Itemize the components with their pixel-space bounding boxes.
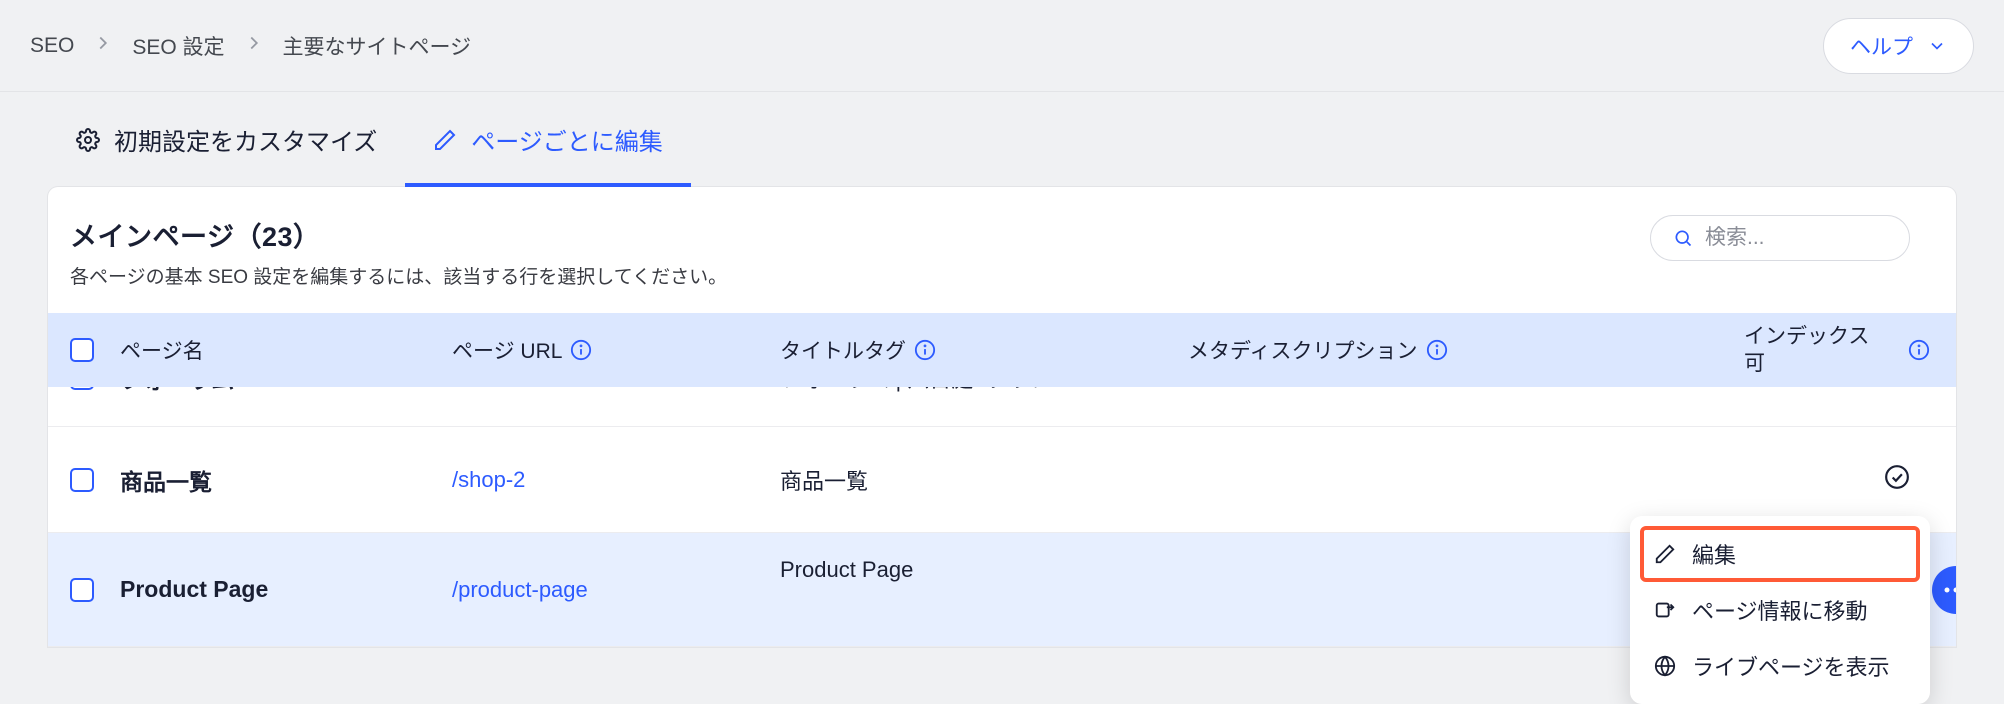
menu-label: 編集: [1692, 538, 1736, 570]
search-icon: [1673, 228, 1693, 248]
info-icon[interactable]: [914, 339, 936, 361]
row-name: Product Page: [120, 576, 452, 603]
row-url[interactable]: /product-page: [452, 577, 780, 603]
page-title: メインページ（23）: [70, 215, 727, 254]
col-index-label: インデックス可: [1744, 323, 1874, 378]
row-checkbox[interactable]: [70, 578, 94, 602]
pencil-icon: [1654, 543, 1676, 565]
breadcrumb-item-seo-settings[interactable]: SEO 設定: [132, 31, 224, 61]
col-name-label: ページ名: [120, 335, 204, 365]
info-icon[interactable]: [570, 339, 592, 361]
menu-label: ページ情報に移動: [1692, 594, 1868, 626]
row-titletag: フォーラム | 六日庭 -クラン-: [780, 387, 1188, 394]
search-input[interactable]: [1705, 226, 1875, 250]
tab-label: ページごとに編集: [471, 122, 663, 157]
chevron-down-icon: [1927, 36, 1947, 56]
tab-customize-defaults[interactable]: 初期設定をカスタマイズ: [48, 122, 405, 187]
chevron-right-icon: [92, 32, 114, 60]
help-button[interactable]: ヘルプ: [1823, 18, 1974, 74]
search-box[interactable]: [1650, 215, 1910, 261]
tabs: 初期設定をカスタマイズ ページごとに編集: [48, 92, 1956, 187]
arrow-goto-icon: [1654, 599, 1676, 621]
chevron-right-icon: [243, 32, 265, 60]
info-icon[interactable]: [1908, 339, 1930, 361]
col-titletag-label: タイトルタグ: [780, 335, 906, 365]
row-name: フォーラム: [120, 387, 452, 395]
row-checkbox[interactable]: [70, 387, 94, 390]
dots-horizontal-icon: [1943, 587, 1956, 593]
menu-item-edit[interactable]: 編集: [1640, 526, 1920, 582]
table-header: ページ名 ページ URL タイトルタグ メタディスクリプション インデックス可: [48, 313, 1956, 387]
row-titletag: 商品一覧: [780, 464, 1188, 496]
row-name: 商品一覧: [120, 463, 452, 497]
row-url[interactable]: /shop-2: [452, 467, 780, 493]
page-subtitle: 各ページの基本 SEO 設定を編集するには、該当する行を選択してください。: [70, 262, 727, 289]
tab-label: 初期設定をカスタマイズ: [114, 122, 377, 157]
select-all-checkbox[interactable]: [70, 338, 94, 362]
check-circle-icon: [1884, 387, 1910, 394]
gear-icon: [76, 128, 100, 152]
more-actions-button[interactable]: [1932, 566, 1956, 614]
col-url-label: ページ URL: [452, 335, 562, 365]
menu-label: ライブページを表示: [1692, 650, 1890, 682]
pencil-icon: [433, 128, 457, 152]
row-checkbox[interactable]: [70, 468, 94, 492]
menu-item-view-live[interactable]: ライブページを表示: [1640, 638, 1920, 694]
check-circle-icon: [1884, 464, 1910, 496]
menu-item-goto-page-info[interactable]: ページ情報に移動: [1640, 582, 1920, 638]
info-icon[interactable]: [1426, 339, 1448, 361]
breadcrumb: SEO SEO 設定 主要なサイトページ: [30, 31, 471, 61]
table-row[interactable]: フォーラム /forum フォーラム | 六日庭 -クラン-: [48, 387, 1956, 427]
tab-edit-per-page[interactable]: ページごとに編集: [405, 122, 691, 187]
col-meta-label: メタディスクリプション: [1188, 335, 1418, 365]
row-context-menu: 編集 ページ情報に移動 ライブページを表示: [1630, 516, 1930, 704]
row-url[interactable]: /forum: [452, 387, 780, 391]
globe-icon: [1654, 655, 1676, 677]
breadcrumb-item-seo[interactable]: SEO: [30, 34, 74, 58]
row-titletag: Product Page: [780, 557, 1188, 583]
breadcrumb-item-main-pages[interactable]: 主要なサイトページ: [283, 31, 472, 61]
help-label: ヘルプ: [1850, 31, 1913, 61]
